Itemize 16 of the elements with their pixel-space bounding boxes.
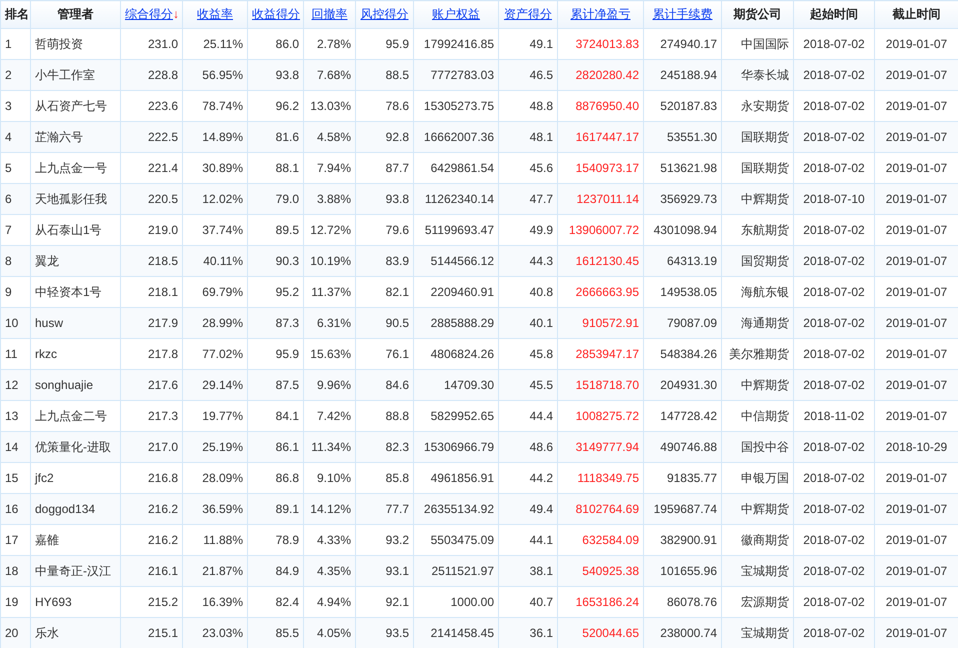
column-header-link[interactable]: 收益率: [197, 7, 233, 21]
sort-indicator: ↓: [173, 7, 179, 21]
column-header-link[interactable]: 综合得分: [125, 7, 173, 21]
column-header-link[interactable]: 累计手续费: [652, 7, 712, 21]
table-cell: 20: [0, 618, 30, 648]
column-header: 排名: [0, 0, 30, 28]
column-header: 期货公司: [722, 0, 794, 28]
column-header-link[interactable]: 账户权益: [432, 7, 480, 21]
column-header: 截止时间: [874, 0, 958, 28]
column-header-link[interactable]: 回撤率: [312, 7, 348, 21]
column-header-link[interactable]: 风控得分: [360, 7, 408, 21]
column-header-link[interactable]: 收益得分: [252, 7, 300, 21]
column-header-link[interactable]: 累计净盈亏: [570, 7, 630, 21]
column-header-link[interactable]: 资产得分: [504, 7, 552, 21]
column-header: 起始时间: [794, 0, 874, 28]
column-header: 管理者: [30, 0, 120, 28]
